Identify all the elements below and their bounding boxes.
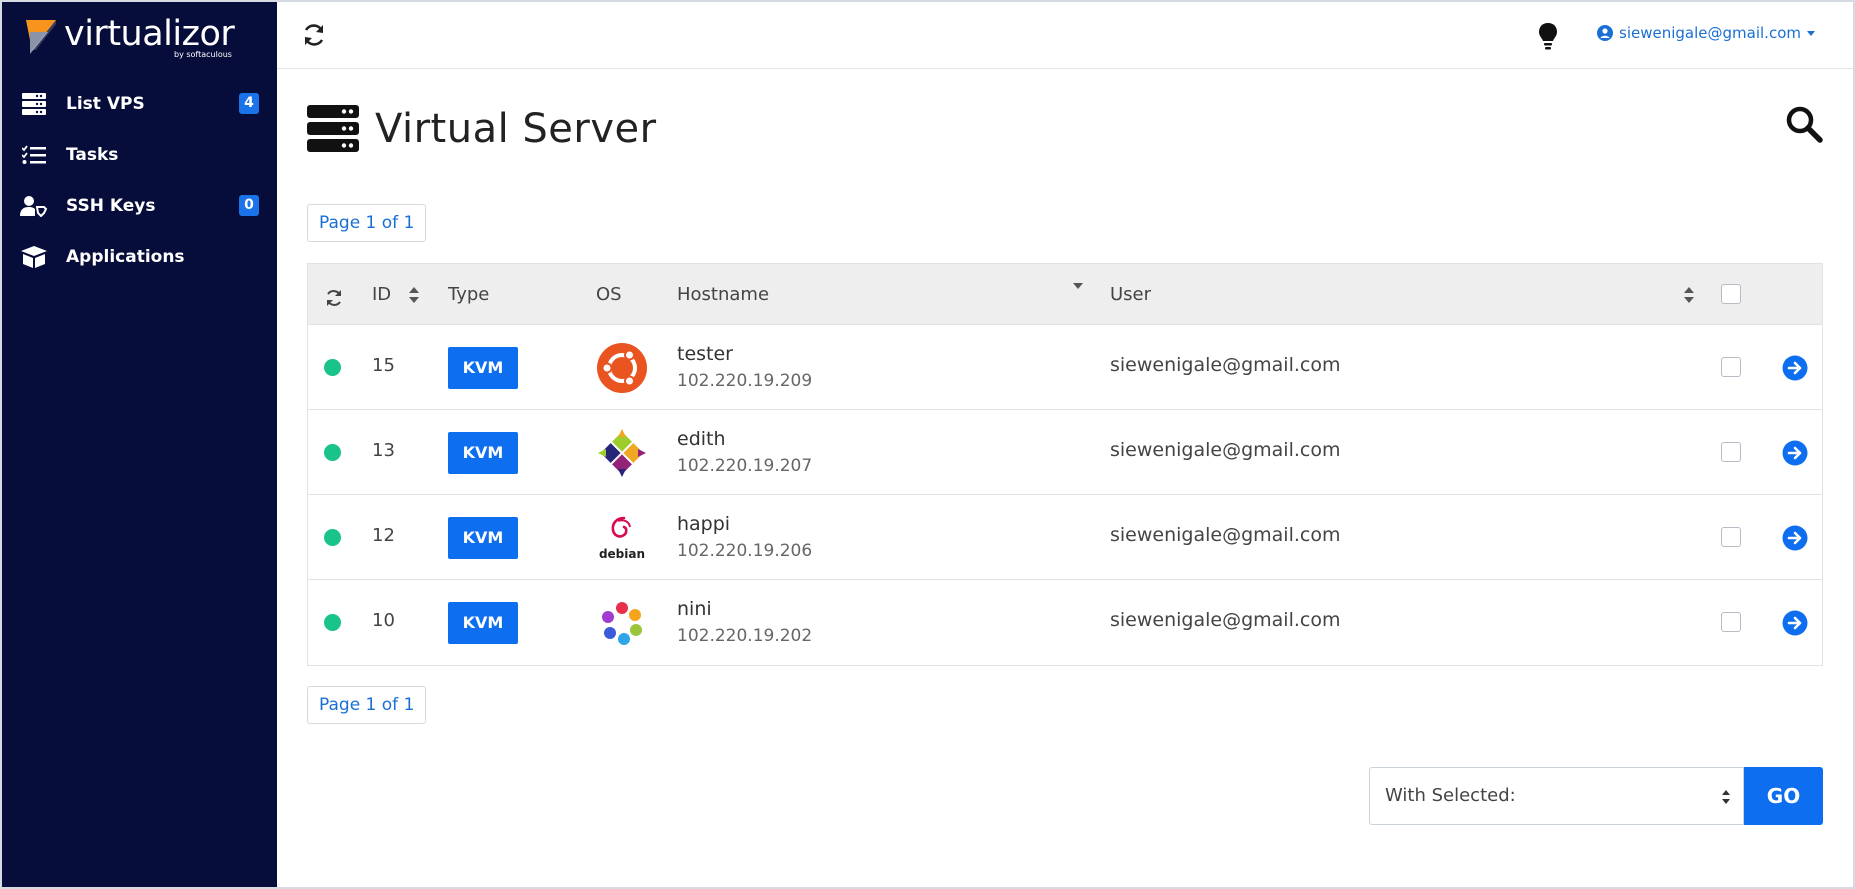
table-row: 12 KVM debian happi 102.220.19.206 siewe…	[308, 495, 1822, 580]
ssh-key-count-badge: 0	[239, 195, 259, 216]
ip-address: 102.220.19.206	[677, 541, 813, 561]
fedora-logo-icon	[602, 602, 642, 645]
vps-id: 15	[372, 355, 395, 376]
bulk-action-bar: With Selected: GO	[1369, 767, 1823, 825]
ip-address: 102.220.19.202	[677, 626, 813, 646]
vps-id: 13	[372, 440, 395, 461]
hostname: happi	[677, 513, 731, 535]
sort-icon[interactable]	[1683, 284, 1695, 306]
go-button[interactable]: GO	[1744, 767, 1823, 825]
sidebar-item-label: Tasks	[66, 144, 119, 165]
type-badge[interactable]: KVM	[448, 602, 518, 644]
sort-desc-icon[interactable]	[1072, 278, 1084, 300]
arrow-right-circle-icon[interactable]	[1782, 355, 1808, 381]
vps-user: siewenigale@gmail.com	[1110, 524, 1341, 546]
vps-user: siewenigale@gmail.com	[1110, 439, 1341, 461]
hostname: edith	[677, 428, 726, 450]
ubuntu-logo-icon	[597, 343, 647, 393]
type-badge[interactable]: KVM	[448, 517, 518, 559]
debian-logo-icon: debian	[599, 516, 645, 561]
table-row: 15 KVM tester 102.220.19.209 siewenigale…	[308, 325, 1822, 410]
column-os[interactable]: OS	[596, 264, 622, 325]
with-selected-dropdown[interactable]: With Selected:	[1369, 767, 1744, 825]
vps-user: siewenigale@gmail.com	[1110, 354, 1341, 376]
sidebar-item-tasks[interactable]: Tasks	[2, 129, 277, 180]
table-row: 13 KVM edith 102.220.19.207 siewenigale@…	[308, 410, 1822, 495]
row-checkbox[interactable]	[1721, 357, 1741, 377]
column-type[interactable]: Type	[448, 264, 489, 325]
arrow-right-circle-icon[interactable]	[1782, 610, 1808, 636]
hostname: tester	[677, 343, 733, 365]
sidebar-nav: List VPS 4 Tasks SSH Keys 0 Applications	[2, 78, 277, 282]
select-arrows-icon	[1722, 790, 1730, 804]
centos-logo-icon	[597, 428, 647, 478]
box-open-icon	[20, 245, 48, 269]
server-stack-icon	[307, 105, 359, 152]
sidebar-item-label: List VPS	[66, 93, 145, 114]
with-selected-label: With Selected:	[1385, 785, 1516, 806]
table-row: 10 KVM nini 102.220.19.202 siewenigale@g…	[308, 580, 1822, 665]
sidebar-item-applications[interactable]: Applications	[2, 231, 277, 282]
refresh-icon[interactable]	[301, 22, 327, 48]
column-id[interactable]: ID	[372, 264, 391, 325]
row-checkbox[interactable]	[1721, 612, 1741, 632]
page-header: Virtual Server	[307, 105, 657, 153]
vps-count-badge: 4	[239, 93, 259, 114]
sidebar-item-label: Applications	[66, 246, 185, 267]
brand-sub: by softaculous	[174, 50, 232, 59]
search-icon[interactable]	[1785, 105, 1823, 143]
vps-table: ID Type OS Hostname User 15 KVM tester 1…	[307, 263, 1823, 666]
sidebar-item-label: SSH Keys	[66, 195, 156, 216]
ip-address: 102.220.19.207	[677, 456, 813, 476]
pagination-top[interactable]: Page 1 of 1	[307, 204, 427, 242]
type-badge[interactable]: KVM	[448, 432, 518, 474]
status-online-dot	[324, 444, 341, 461]
chevron-down-icon	[1807, 30, 1815, 36]
main-content: Virtual Server Page 1 of 1 ID Type OS Ho…	[277, 69, 1853, 887]
hostname: nini	[677, 598, 712, 620]
row-checkbox[interactable]	[1721, 442, 1741, 462]
column-hostname[interactable]: Hostname	[677, 264, 769, 325]
task-list-icon	[20, 143, 48, 167]
refresh-status-icon[interactable]	[324, 288, 344, 308]
column-user[interactable]: User	[1110, 264, 1151, 325]
brand-logo[interactable]: virtualizor by softaculous	[26, 14, 236, 62]
status-online-dot	[324, 529, 341, 546]
sort-icon[interactable]	[408, 284, 420, 306]
page-title: Virtual Server	[375, 106, 657, 152]
vps-user: siewenigale@gmail.com	[1110, 609, 1341, 631]
sidebar-item-ssh-keys[interactable]: SSH Keys 0	[2, 180, 277, 231]
pagination-bottom[interactable]: Page 1 of 1	[307, 686, 427, 724]
status-online-dot	[324, 359, 341, 376]
row-checkbox[interactable]	[1721, 527, 1741, 547]
type-badge[interactable]: KVM	[448, 347, 518, 389]
user-menu[interactable]: siewenigale@gmail.com	[1597, 24, 1815, 42]
arrow-right-circle-icon[interactable]	[1782, 525, 1808, 551]
server-stack-icon	[20, 92, 48, 116]
brand-logo-mark-icon	[26, 20, 56, 54]
vps-id: 10	[372, 610, 395, 631]
top-bar: siewenigale@gmail.com	[277, 2, 1853, 69]
brand-name: virtualizor	[64, 14, 235, 54]
user-email: siewenigale@gmail.com	[1619, 24, 1801, 42]
user-circle-icon	[1597, 25, 1614, 41]
app-window: virtualizor by softaculous List VPS 4 Ta…	[0, 0, 1855, 889]
vps-id: 12	[372, 525, 395, 546]
table-header: ID Type OS Hostname User	[308, 264, 1822, 325]
user-key-icon	[20, 194, 48, 218]
sidebar-item-list-vps[interactable]: List VPS 4	[2, 78, 277, 129]
arrow-right-circle-icon[interactable]	[1782, 440, 1808, 466]
status-online-dot	[324, 614, 341, 631]
ip-address: 102.220.19.209	[677, 371, 813, 391]
sidebar: virtualizor by softaculous List VPS 4 Ta…	[2, 2, 277, 887]
lightbulb-icon[interactable]	[1537, 22, 1559, 50]
select-all-checkbox[interactable]	[1721, 284, 1741, 304]
svg-text:debian: debian	[599, 547, 645, 561]
